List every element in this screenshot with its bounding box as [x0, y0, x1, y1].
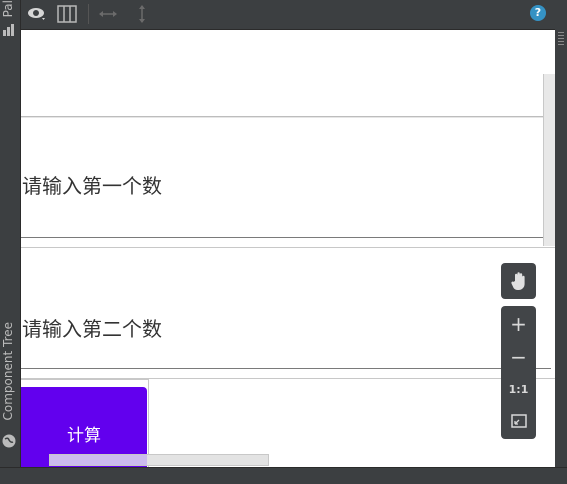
calculate-button-label: 计算 — [67, 425, 101, 446]
actual-size-label: 1:1 — [508, 382, 529, 396]
first-number-input[interactable]: 请输入第一个数 — [21, 118, 551, 238]
eye-icon[interactable] — [27, 4, 49, 24]
resize-horizontal-icon[interactable] — [97, 4, 119, 24]
horizontal-scrollbar[interactable] — [49, 454, 269, 466]
toolbar-separator — [88, 4, 89, 24]
bottom-status-bar — [0, 467, 567, 484]
pan-button[interactable] — [501, 263, 536, 299]
second-number-hint: 请输入第二个数 — [22, 317, 162, 341]
zoom-out-button[interactable]: − — [501, 343, 536, 371]
actual-size-button[interactable]: 1:1 — [501, 375, 536, 403]
palette-tab[interactable]: Pal — [0, 0, 20, 40]
left-tool-strip: Pal Component Tree — [0, 0, 21, 467]
first-input-underline — [21, 237, 551, 238]
design-toolbar: ? — [21, 0, 555, 30]
globe-icon — [2, 434, 16, 448]
horizontal-scrollbar-thumb[interactable] — [50, 455, 147, 465]
fit-screen-icon — [510, 414, 527, 428]
resize-vertical-icon[interactable] — [131, 4, 153, 24]
zoom-out-label: − — [510, 345, 527, 369]
first-number-hint: 请输入第一个数 — [22, 174, 162, 198]
vertical-scrollbar[interactable] — [543, 74, 555, 246]
fit-screen-button[interactable] — [501, 407, 536, 435]
design-canvas[interactable]: 请输入第一个数 请输入第二个数 计算 — [21, 30, 555, 467]
attributes-tab-icon[interactable] — [557, 30, 565, 60]
second-number-input[interactable]: 请输入第二个数 — [21, 248, 551, 368]
zoom-in-label: + — [510, 312, 527, 336]
right-tool-strip — [555, 0, 567, 467]
second-input-underline — [21, 368, 551, 369]
hand-icon — [510, 272, 525, 290]
palette-tab-label: Pal — [1, 0, 15, 18]
zoom-panel: + − 1:1 — [501, 306, 536, 439]
component-tree-tab[interactable]: Component Tree — [0, 322, 20, 452]
blueprint-icon[interactable] — [57, 4, 77, 24]
palette-icon — [3, 24, 14, 36]
component-tree-tab-label: Component Tree — [1, 322, 15, 421]
zoom-in-button[interactable]: + — [501, 310, 536, 338]
help-icon[interactable]: ? — [530, 5, 546, 21]
